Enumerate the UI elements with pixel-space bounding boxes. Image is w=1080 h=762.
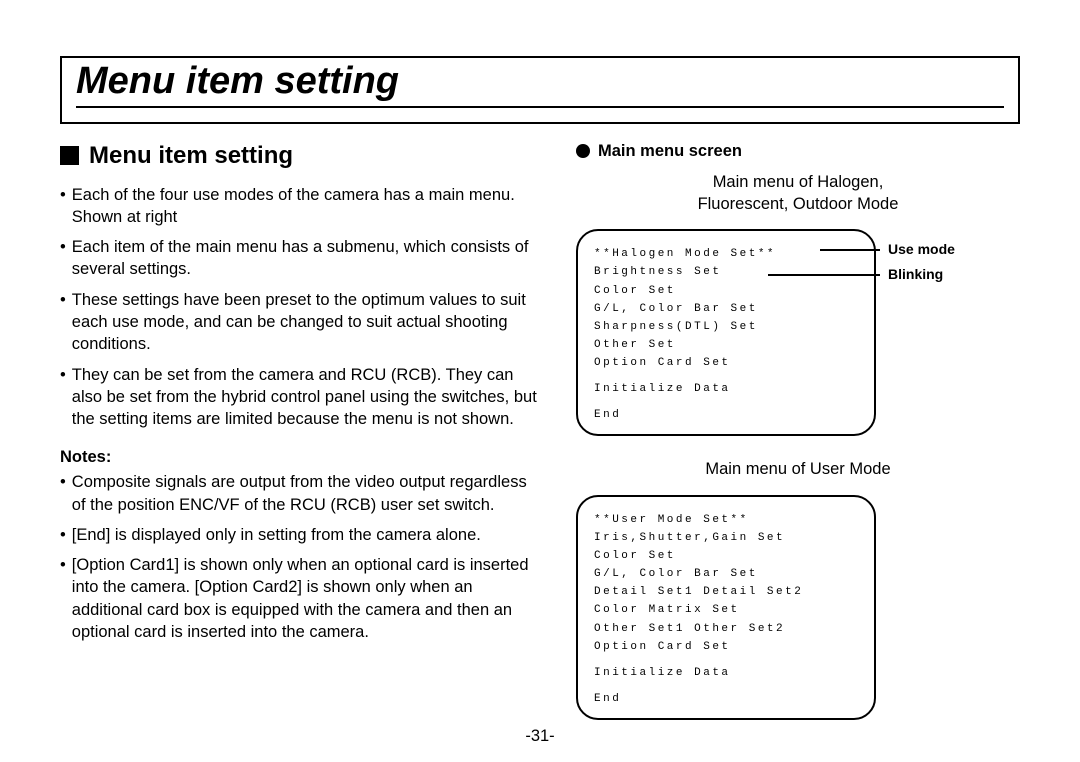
square-bullet-icon [60,146,79,165]
screen2-area: **User Mode Set** Iris,Shutter,Gain Set … [576,495,1020,720]
screen1-area: **Halogen Mode Set** Brightness Set Colo… [576,229,1020,436]
dot-icon: • [60,554,66,643]
screen-line: Sharpness(DTL) Set [594,318,858,336]
bullet-item: •Each of the four use modes of the camer… [60,184,540,229]
bullet-text: [End] is displayed only in setting from … [72,524,481,546]
main-bullets: •Each of the four use modes of the camer… [60,184,540,431]
bullet-text: Each of the four use modes of the camera… [72,184,540,229]
bullet-text: They can be set from the camera and RCU … [72,364,540,431]
dot-icon: • [60,236,66,281]
dot-icon: • [60,289,66,356]
callout-blinking: Blinking [888,266,943,282]
caption-line: Fluorescent, Outdoor Mode [698,195,899,213]
bullet-item: •They can be set from the camera and RCU… [60,364,540,431]
screen1-caption: Main menu of Halogen, Fluorescent, Outdo… [576,171,1020,216]
screen-line: Color Set [594,282,858,300]
circle-bullet-icon [576,144,590,158]
dot-icon: • [60,184,66,229]
right-heading-row: Main menu screen [576,142,1020,161]
screen-line: G/L, Color Bar Set [594,565,858,583]
callout-use-mode: Use mode [888,241,955,257]
screen-box: **Halogen Mode Set** Brightness Set Colo… [576,229,876,436]
dot-icon: • [60,471,66,516]
bullet-item: •Each item of the main menu has a submen… [60,236,540,281]
screen-line: Initialize Data [594,664,858,682]
bullet-item: • [End] is displayed only in setting from… [60,524,540,546]
notes-heading: Notes: [60,448,540,467]
screen-line: Color Matrix Set [594,601,858,619]
bullet-text: Each item of the main menu has a submenu… [72,236,540,281]
screen-line: Other Set [594,336,858,354]
bullet-item: •[Option Card1] is shown only when an op… [60,554,540,643]
columns: Menu item setting •Each of the four use … [60,142,1020,742]
screen-line: Color Set [594,547,858,565]
screen-line: G/L, Color Bar Set [594,300,858,318]
dot-icon: • [60,524,66,546]
bullet-text: Composite signals are output from the vi… [72,471,540,516]
screen-line: End [594,406,858,424]
left-column: Menu item setting •Each of the four use … [60,142,540,742]
bullet-text: These settings have been preset to the o… [72,289,540,356]
section-heading-row: Menu item setting [60,142,540,170]
connector-line-icon [820,249,880,251]
screen-line: Iris,Shutter,Gain Set [594,529,858,547]
page-number: -31- [0,727,1080,746]
bullet-text: [Option Card1] is shown only when an opt… [72,554,540,643]
screen-box: **User Mode Set** Iris,Shutter,Gain Set … [576,495,876,720]
screen-line: Initialize Data [594,380,858,398]
screen-line: **Halogen Mode Set** [594,245,858,263]
bullet-item: •These settings have been preset to the … [60,289,540,356]
right-heading-text: Main menu screen [598,142,742,161]
connector-line-icon [768,274,880,276]
screen2-caption: Main menu of User Mode [576,458,1020,480]
screen-line: Detail Set1 Detail Set2 [594,583,858,601]
notes-bullets: •Composite signals are output from the v… [60,471,540,643]
section-heading: Menu item setting [89,142,293,170]
screen-line: **User Mode Set** [594,511,858,529]
caption-line: Main menu of Halogen, [713,173,884,191]
screen-line: Option Card Set [594,638,858,656]
screen-line: End [594,690,858,708]
page: Menu item setting Menu item setting •Eac… [0,0,1080,762]
dot-icon: • [60,364,66,431]
title-block: Menu item setting [60,56,1020,124]
bullet-item: •Composite signals are output from the v… [60,471,540,516]
page-title: Menu item setting [76,60,1004,108]
screen-line: Brightness Set [594,263,858,281]
screen-line: Option Card Set [594,354,858,372]
right-column: Main menu screen Main menu of Halogen, F… [576,142,1020,742]
screen-line: Other Set1 Other Set2 [594,620,858,638]
